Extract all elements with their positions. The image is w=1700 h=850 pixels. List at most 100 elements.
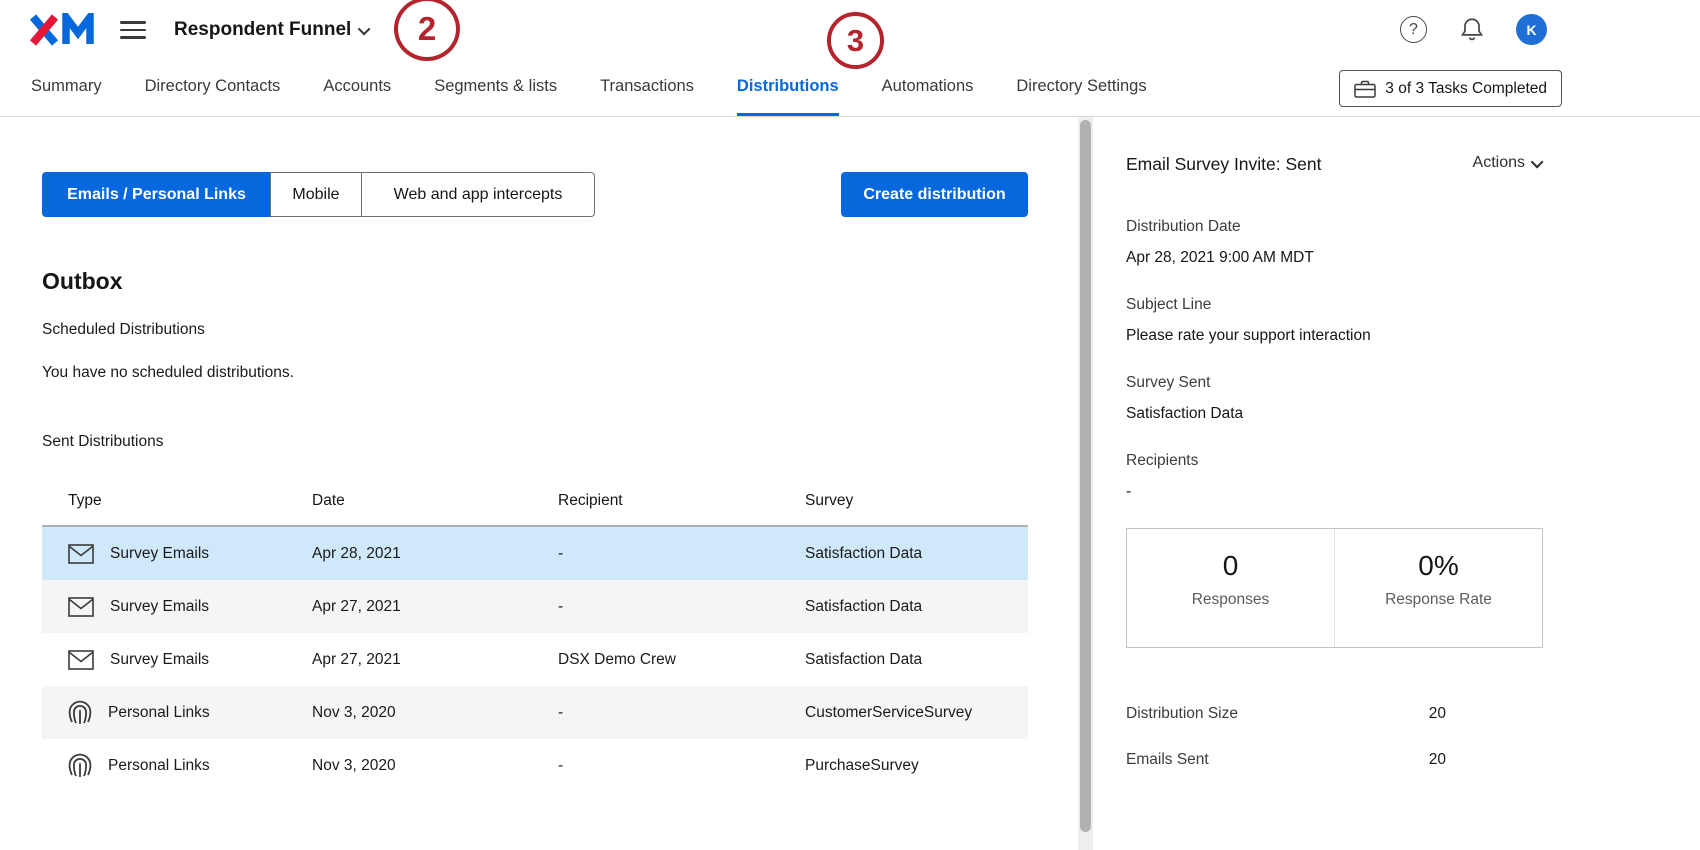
page-title: Respondent Funnel [174,19,351,41]
avatar[interactable]: K [1516,14,1547,45]
fingerprint-icon [68,753,92,779]
table-row[interactable]: Survey Emails Apr 27, 2021 DSX Demo Crew… [42,633,1028,686]
tab-directory-settings[interactable]: Directory Settings [1016,60,1146,116]
xm-logo[interactable] [28,13,96,47]
fingerprint-icon [68,700,92,726]
date-cell: Apr 27, 2021 [312,598,558,616]
field-subject-line: Subject Line Please rate your support in… [1126,294,1700,347]
type-label: Survey Emails [110,651,209,669]
actions-label: Actions [1473,154,1525,172]
chevron-down-icon [1531,155,1544,168]
chevron-down-icon [358,22,371,35]
type-cell: Personal Links [68,700,312,726]
survey-cell: CustomerServiceSurvey [805,704,1028,722]
field-value: - [1126,481,1700,503]
metric-value: 20 [1429,703,1446,725]
channel-tab-web-app-intercepts[interactable]: Web and app intercepts [361,172,595,217]
scheduled-distributions-label: Scheduled Distributions [42,319,1078,341]
metric-distribution-size: Distribution Size 20 [1126,703,1446,725]
notifications-bell-icon[interactable] [1459,16,1485,47]
table-row[interactable]: Personal Links Nov 3, 2020 - PurchaseSur… [42,739,1028,792]
tab-directory-contacts[interactable]: Directory Contacts [145,60,281,116]
tasks-completed-label: 3 of 3 Tasks Completed [1385,80,1547,98]
table-header-row: Type Date Recipient Survey [42,477,1028,527]
date-cell: Nov 3, 2020 [312,704,558,722]
recipient-cell: - [558,757,805,775]
tab-summary[interactable]: Summary [31,60,102,116]
tab-accounts[interactable]: Accounts [323,60,391,116]
table-body: Survey Emails Apr 28, 2021 - Satisfactio… [42,527,1028,792]
recipient-cell: - [558,545,805,563]
tasks-completed-button[interactable]: 3 of 3 Tasks Completed [1339,70,1562,107]
tab-automations[interactable]: Automations [882,60,974,116]
responses-stat: 0 Responses [1127,529,1334,647]
survey-cell: Satisfaction Data [805,545,1028,563]
response-rate-stat: 0% Response Rate [1334,529,1542,647]
table-row[interactable]: Survey Emails Apr 28, 2021 - Satisfactio… [42,527,1028,580]
type-label: Personal Links [108,757,210,775]
distribution-metrics: Distribution Size 20 Emails Sent 20 [1126,703,1446,771]
responses-label: Responses [1192,591,1270,609]
metric-label: Distribution Size [1126,703,1238,725]
hamburger-menu-icon[interactable] [120,21,146,39]
type-cell: Personal Links [68,753,312,779]
channel-tab-emails-personal-links[interactable]: Emails / Personal Links [42,172,271,217]
type-label: Survey Emails [110,598,209,616]
sent-distributions-label: Sent Distributions [42,431,1078,453]
tab-transactions[interactable]: Transactions [600,60,694,116]
field-survey-sent: Survey Sent Satisfaction Data [1126,372,1700,425]
field-label: Survey Sent [1126,372,1700,394]
field-distribution-date: Distribution Date Apr 28, 2021 9:00 AM M… [1126,216,1700,269]
create-distribution-button[interactable]: Create distribution [841,172,1028,217]
briefcase-icon [1354,80,1376,98]
survey-cell: Satisfaction Data [805,598,1028,616]
annotation-step-3: 3 [827,12,884,69]
field-value: Satisfaction Data [1126,403,1700,425]
date-cell: Apr 28, 2021 [312,545,558,563]
directory-title-dropdown[interactable]: Respondent Funnel [174,19,370,41]
field-value: Apr 28, 2021 9:00 AM MDT [1126,247,1700,269]
vertical-scrollbar [1078,117,1093,850]
xm-logo-icon [28,13,96,47]
col-header-survey: Survey [805,492,1028,510]
metric-label: Emails Sent [1126,749,1209,771]
annotation-step-2: 2 [394,0,460,61]
scrollbar-thumb[interactable] [1080,120,1091,832]
field-value: Please rate your support interaction [1126,325,1700,347]
distribution-toolbar: Emails / Personal Links Mobile Web and a… [42,172,1028,217]
distributions-main-panel: Emails / Personal Links Mobile Web and a… [0,117,1078,850]
responses-value: 0 [1223,549,1239,583]
envelope-icon [68,544,94,564]
outbox-heading: Outbox [42,265,1078,297]
scheduled-empty-message: You have no scheduled distributions. [42,362,1078,384]
envelope-icon [68,650,94,670]
recipient-cell: - [558,704,805,722]
table-row[interactable]: Survey Emails Apr 27, 2021 - Satisfactio… [42,580,1028,633]
col-header-date: Date [312,492,558,510]
distribution-detail-panel: Email Survey Invite: Sent Actions Distri… [1093,117,1700,850]
sent-distributions-table: Type Date Recipient Survey Survey Emails… [42,477,1028,792]
tab-segments-lists[interactable]: Segments & lists [434,60,557,116]
field-label: Distribution Date [1126,216,1700,238]
field-recipients: Recipients - [1126,450,1700,503]
date-cell: Apr 27, 2021 [312,651,558,669]
recipient-cell: DSX Demo Crew [558,651,805,669]
type-label: Survey Emails [110,545,209,563]
field-label: Recipients [1126,450,1700,472]
survey-cell: PurchaseSurvey [805,757,1028,775]
actions-dropdown-button[interactable]: Actions [1473,154,1543,172]
type-cell: Survey Emails [68,597,312,617]
metric-emails-sent: Emails Sent 20 [1126,749,1446,771]
response-rate-label: Response Rate [1385,591,1492,609]
field-label: Subject Line [1126,294,1700,316]
channel-tab-mobile[interactable]: Mobile [270,172,362,217]
recipient-cell: - [558,598,805,616]
metric-value: 20 [1429,749,1446,771]
table-row[interactable]: Personal Links Nov 3, 2020 - CustomerSer… [42,686,1028,739]
envelope-icon [68,597,94,617]
col-header-type: Type [68,492,312,510]
date-cell: Nov 3, 2020 [312,757,558,775]
help-icon[interactable]: ? [1400,16,1427,43]
response-rate-value: 0% [1418,549,1458,583]
tab-distributions[interactable]: Distributions [737,60,839,116]
